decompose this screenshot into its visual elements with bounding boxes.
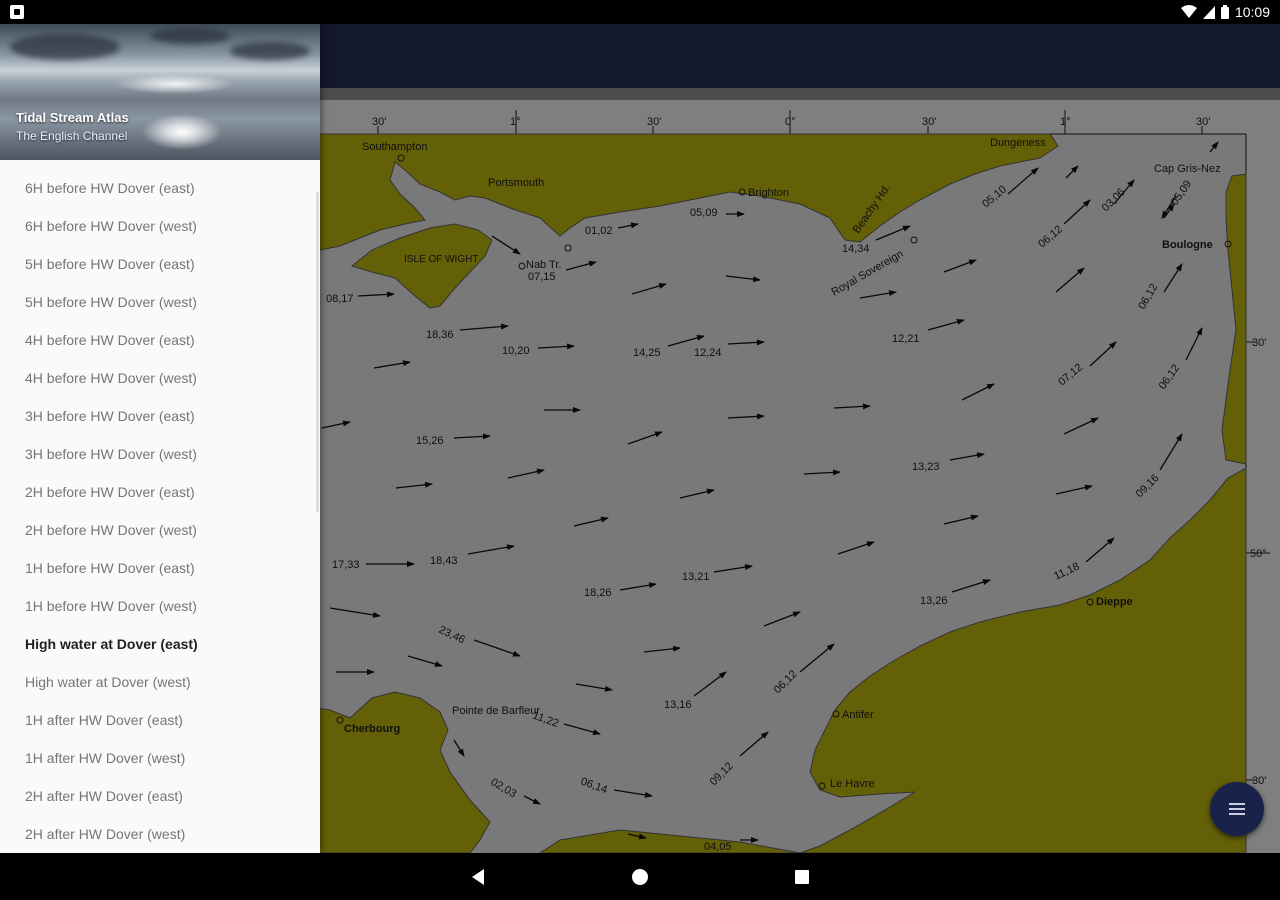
menu-item-2h-after-west[interactable]: 2H after HW Dover (west) [0,820,320,853]
menu-item-4h-before-east[interactable]: 4H before HW Dover (east) [0,326,320,364]
status-bar: 10:09 [0,0,1280,24]
system-nav-bar [0,853,1280,900]
menu-item-6h-before-west[interactable]: 6H before HW Dover (west) [0,212,320,250]
menu-item-1h-after-west[interactable]: 1H after HW Dover (west) [0,744,320,782]
menu-item-3h-before-east[interactable]: 3H before HW Dover (east) [0,402,320,440]
menu-item-hw-dover-west[interactable]: High water at Dover (west) [0,668,320,706]
drawer-title: Tidal Stream Atlas [16,110,129,125]
recents-icon[interactable] [790,865,814,889]
menu-item-4h-before-west[interactable]: 4H before HW Dover (west) [0,364,320,402]
menu-fab[interactable] [1210,782,1264,836]
menu-item-hw-dover-east[interactable]: High water at Dover (east) [0,630,320,668]
wifi-icon [1180,5,1197,18]
menu-item-2h-after-east[interactable]: 2H after HW Dover (east) [0,782,320,820]
menu-item-3h-before-west[interactable]: 3H before HW Dover (west) [0,440,320,478]
menu-item-1h-before-west[interactable]: 1H before HW Dover (west) [0,592,320,630]
menu-item-5h-before-east[interactable]: 5H before HW Dover (east) [0,250,320,288]
drawer-subtitle: The English Channel [16,129,128,143]
menu-item-2h-before-west[interactable]: 2H before HW Dover (west) [0,516,320,554]
drawer-header-image: Tidal Stream Atlas The English Channel [0,24,320,160]
menu-item-1h-before-east[interactable]: 1H before HW Dover (east) [0,554,320,592]
home-icon[interactable] [628,865,652,889]
notification-icon [10,5,24,19]
signal-icon [1202,6,1215,19]
menu-icon [1229,803,1245,815]
back-icon[interactable] [466,865,490,889]
menu-item-1h-after-east[interactable]: 1H after HW Dover (east) [0,706,320,744]
drawer-menu: 6H before HW Dover (east) 6H before HW D… [0,160,320,853]
battery-icon [1220,5,1229,19]
menu-item-6h-before-east[interactable]: 6H before HW Dover (east) [0,174,320,212]
drawer-scrollbar[interactable] [316,192,319,512]
navigation-drawer: Tidal Stream Atlas The English Channel 6… [0,24,320,853]
menu-item-2h-before-east[interactable]: 2H before HW Dover (east) [0,478,320,516]
clock: 10:09 [1234,4,1270,20]
menu-item-5h-before-west[interactable]: 5H before HW Dover (west) [0,288,320,326]
